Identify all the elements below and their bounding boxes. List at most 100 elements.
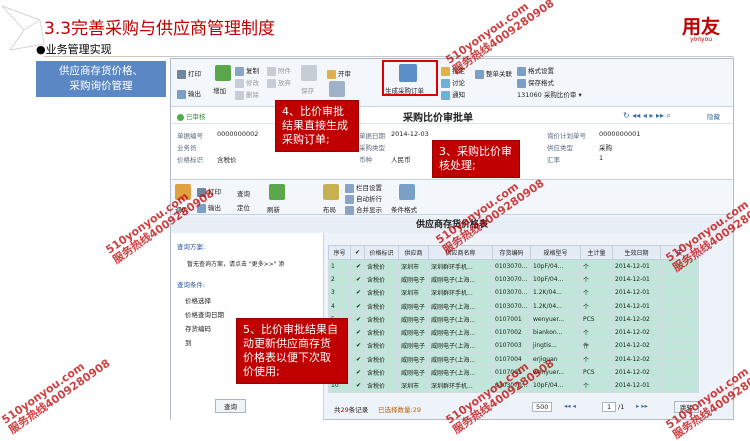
cell-expire [660,285,699,300]
paperclip-icon [267,66,276,76]
first-page-button[interactable]: ◂◂ ◂ [564,402,576,410]
modify-button[interactable]: 修改 [235,77,259,88]
brand-logo: 用友 [682,16,721,38]
wrap-icon [345,194,354,204]
cell-price-flag: 含税价 [364,298,399,314]
delete-icon [235,90,244,100]
delete-button[interactable]: 删除 [235,89,259,100]
cell-effective-date: 2014-12-01 [612,272,661,287]
table-row[interactable]: 8✔含税价威刚电子威刚电子(上海...0107004erjiguan个2014-… [328,352,699,367]
cell-unit: 个 [580,378,613,393]
output-button[interactable]: 输出 [177,88,201,99]
cell-supplier-name: 威刚电子(上海... [428,365,493,380]
table-row[interactable]: 5✔含税价威刚电子威刚电子(上海...0107001wenyuer...PCS2… [328,312,699,327]
table-row[interactable]: 1 ✔ 含税价 深圳市 深圳群环手机... 0103070... 10pF/04... 个 20… [328,258,699,274]
merge-show-button[interactable]: 合并显示 [345,204,382,215]
cell-supplier-name: 深圳群环手机... [428,258,493,274]
col-seq[interactable]: 序号 [328,245,351,260]
col-unit[interactable]: 主计量 [580,245,613,260]
page-size-input[interactable]: 500 [532,402,553,412]
format-select[interactable]: 131060 采购比价审 ▾ [517,89,582,99]
undo-icon [267,78,276,88]
doc-link-button[interactable]: 整单关联 [475,68,512,79]
callout-update-price: 5、比价审批结果自动更新供应商存货价格表以便下次取价使用; [236,318,348,384]
cell-check[interactable]: ✔ [350,272,365,287]
format-setting-button[interactable]: 格式设置 [517,65,554,76]
side-label: 供应商存货价格、 采购询价管理 [36,61,166,97]
currency-value: 人民币 [391,156,411,164]
cell-price-flag: 含税价 [364,365,399,380]
supplier-type-label: 供应类型 [547,144,573,152]
mail-icon [441,90,450,100]
table-row[interactable]: 4 ✔ 含税价 威刚电子 威刚电子(上海... 0103070... 1.2K/04... 个… [328,298,699,314]
copy-button[interactable]: 复制 [235,65,259,76]
nav-arrows[interactable]: ↻ ◂◂ ◂ ▸ ▸▸ ⌕ [623,111,671,121]
flag-icon [441,66,450,76]
query-button[interactable]: 查询 [215,399,246,413]
cell-check[interactable]: ✔ [350,365,365,380]
cond-inventory-code: 存货编码 [185,325,211,333]
rate-label: 汇率 [547,156,560,164]
cell-effective-date: 2014-12-01 [612,378,661,393]
add-button[interactable]: 增加 [213,85,226,95]
cell-effective-date: 2014-12-02 [612,365,661,380]
save-format-button[interactable]: 保存格式 [517,77,554,88]
cell-unit: 个 [580,258,613,274]
col-inventory-code[interactable]: 存货编码 [492,245,531,260]
cell-check[interactable]: ✔ [350,298,365,314]
cond-to: 到 [185,339,192,347]
col-supplier-name[interactable]: 供应商名称 [428,245,493,260]
cell-check[interactable]: ✔ [350,312,365,327]
record-count: 共29条记录 [334,406,369,414]
cell-expire [660,352,699,367]
cell-check[interactable]: ✔ [350,325,365,340]
locate-button[interactable]: 定位 [237,202,250,212]
purchase-type-label: 采购类型 [359,144,385,152]
bullet-heading: ●业务管理实现 [36,43,112,56]
cell-unit: 个 [580,272,613,287]
cond-price-select: 价格选择 [185,297,211,305]
table-row[interactable]: 2 ✔ 含税价 威刚电子 威刚电子(上海... 0103070... 10pF/04... 个… [328,272,699,287]
cell-check[interactable]: ✔ [350,378,365,393]
table-row[interactable]: 3 ✔ 含税价 深圳市 深圳群环手机... 0103070... 1.2K/04... 个 20… [328,285,699,300]
cell-check[interactable]: ✔ [350,285,365,300]
refresh-button[interactable]: 刷新 [267,204,280,214]
cell-inventory-code: 0103070... [492,258,531,274]
col-price-flag[interactable]: 价格标识 [364,245,399,260]
table-row[interactable]: 7✔含税价威刚电子威刚电子(上海...0107003jingtis...件201… [328,338,699,354]
hide-link[interactable]: 隐藏 [707,111,720,121]
col-setting-button[interactable]: 栏目设置 [345,182,382,193]
table-row[interactable]: 6✔含税价威刚电子威刚电子(上海...0107002biankon...个201… [328,325,699,340]
watermark: 510yonyou.com 服务热线4009280908 [0,356,113,437]
query2-button[interactable]: 查询 [237,188,250,198]
abandon-button[interactable]: 放弃 [267,77,291,88]
cell-supplier: 威刚电子 [398,325,429,340]
cell-check[interactable]: ✔ [350,352,365,367]
page-input[interactable]: 1 [602,402,617,412]
open-audit-button[interactable]: 开审 [327,68,351,79]
col-check[interactable]: ✔ [350,245,365,260]
print-button[interactable]: 打印 [177,68,201,79]
auto-wrap-button[interactable]: 自动折行 [345,193,382,204]
cond-format-icon [399,184,415,200]
cell-unit: 个 [580,298,613,314]
edit-icon [235,78,244,88]
currency-label: 币种 [359,156,372,164]
refresh-icon [269,184,285,200]
cell-check[interactable]: ✔ [350,258,365,274]
cell-check[interactable]: ✔ [350,338,365,354]
attach-button[interactable]: 附件 [267,65,291,76]
layout-button[interactable]: 布局 [323,204,336,214]
col-effective-date[interactable]: 生效日期 [612,245,661,260]
cond-format-button[interactable]: 条件格式 [391,204,417,214]
date-value[interactable]: 2014-12-03 [391,130,429,138]
discuss-button[interactable]: 讨论 [441,77,465,88]
next-page-button[interactable]: ▸ ▸▸ [636,402,648,410]
notify-button[interactable]: 通知 [441,89,465,100]
save-button[interactable]: 保存 [301,85,314,95]
col-supplier[interactable]: 供应商 [398,245,429,260]
cond-label: 查询条件: [177,281,206,289]
col-spec[interactable]: 规格型号 [530,245,581,260]
doc-no-value: 0000000002 [217,130,259,138]
cell-effective-date: 2014-12-01 [612,298,661,314]
